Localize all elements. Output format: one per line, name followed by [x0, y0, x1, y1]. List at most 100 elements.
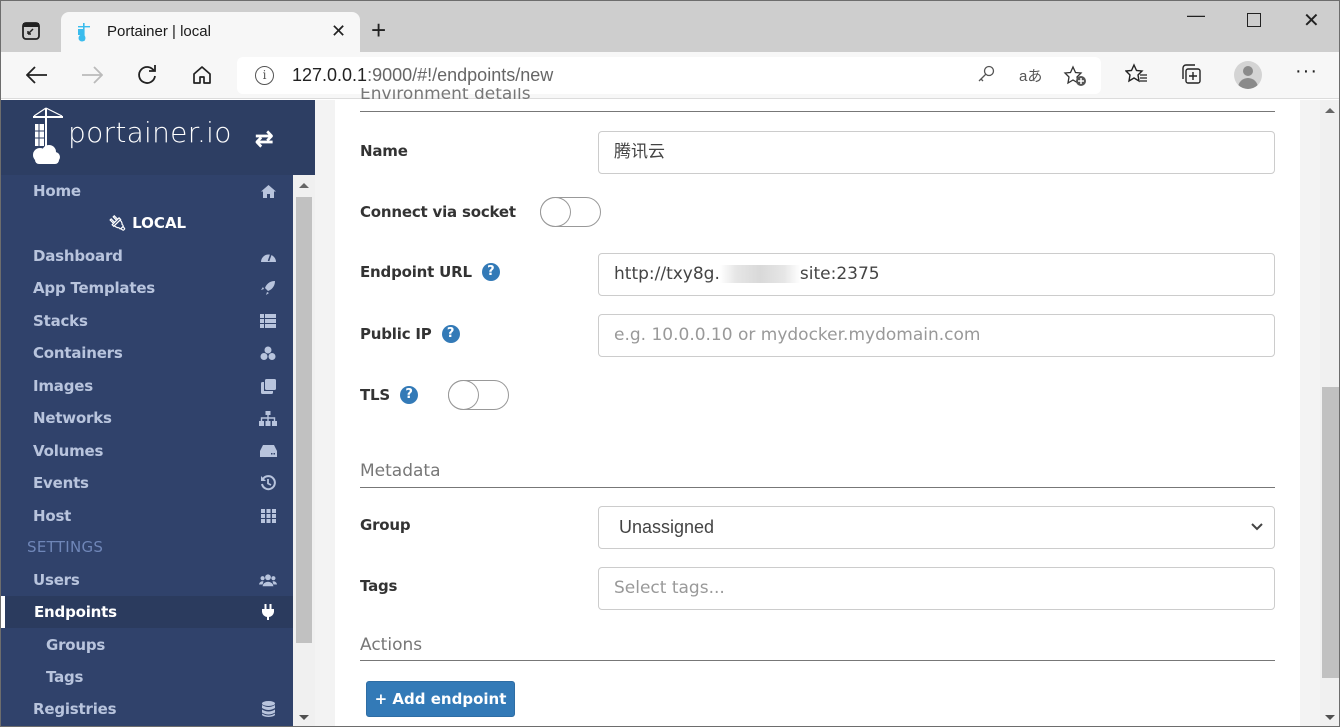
- sidebar-scroll-thumb[interactable]: [296, 197, 312, 643]
- sidebar-item-volumes[interactable]: Volumes: [1, 435, 293, 467]
- add-endpoint-button[interactable]: + Add endpoint: [366, 681, 515, 717]
- tachometer-icon: [259, 247, 277, 265]
- scroll-up-icon[interactable]: [299, 183, 309, 188]
- url-prefix: http://txy8g.: [614, 264, 720, 284]
- sidebar-item-endpoints[interactable]: Endpoints: [1, 596, 293, 628]
- sidebar-item-label: Networks: [33, 409, 112, 427]
- connect-socket-toggle[interactable]: [540, 197, 601, 227]
- portainer-favicon-icon: [78, 23, 90, 42]
- chevron-down-icon: [1250, 507, 1264, 548]
- create-endpoint-panel: Environment details Name 腾讯云 Connect via…: [335, 88, 1300, 726]
- collections-icon[interactable]: [1180, 63, 1204, 91]
- settings-heading: SETTINGS: [27, 538, 104, 556]
- connect-socket-label: Connect via socket: [360, 203, 516, 221]
- maximize-icon[interactable]: [1247, 13, 1261, 27]
- sidebar-item-label: Tags: [46, 668, 84, 686]
- scroll-down-icon[interactable]: [299, 715, 309, 720]
- sidebar-item-label: App Templates: [33, 279, 156, 297]
- forward-icon[interactable]: [79, 62, 105, 88]
- tls-label-text: TLS: [360, 386, 390, 404]
- sidebar-item-tags[interactable]: Tags: [1, 661, 293, 693]
- sidebar-item-networks[interactable]: Networks: [1, 402, 293, 434]
- sidebar-item-label: Groups: [46, 636, 106, 654]
- sidebar-scrollbar[interactable]: [293, 175, 315, 726]
- browser-window: Portainer | local ✕ + — ✕ i 127.0.0.1:90…: [0, 0, 1340, 727]
- minimize-icon[interactable]: —: [1187, 5, 1205, 26]
- sidebar-item-groups[interactable]: Groups: [1, 629, 293, 661]
- tags-label: Tags: [360, 577, 398, 595]
- page-scroll-thumb[interactable]: [1322, 387, 1339, 678]
- tab-close-icon[interactable]: ✕: [331, 21, 346, 42]
- scroll-down-icon[interactable]: [1325, 715, 1335, 720]
- sidebar-item-label: Stacks: [33, 312, 88, 330]
- password-key-icon[interactable]: [977, 65, 995, 88]
- endpoint-url-input[interactable]: http://txy8g. site:2375: [598, 253, 1275, 296]
- sidebar-menu: Home 🔌︎ LOCAL Dashboard App Templates St…: [1, 175, 293, 726]
- browser-tab[interactable]: Portainer | local ✕: [61, 12, 360, 52]
- sidebar-brand: portainer.io ⇄: [1, 100, 315, 175]
- name-label: Name: [360, 142, 408, 160]
- switch-endpoint-icon[interactable]: ⇄: [255, 126, 273, 152]
- tags-select[interactable]: Select tags...: [598, 567, 1275, 610]
- back-icon[interactable]: [24, 62, 50, 88]
- sidebar-item-stacks[interactable]: Stacks: [1, 305, 293, 337]
- url-text[interactable]: 127.0.0.1:9000/#!/endpoints/new: [292, 65, 553, 86]
- database-icon: [259, 700, 277, 718]
- help-icon[interactable]: ?: [441, 325, 460, 343]
- cubes-icon: [259, 344, 277, 362]
- public-ip-label-text: Public IP: [360, 325, 432, 343]
- endpoint-label: LOCAL: [132, 214, 187, 232]
- public-ip-input[interactable]: e.g. 10.0.0.10 or mydocker.mydomain.com: [598, 314, 1275, 357]
- section-metadata: Metadata: [360, 461, 1275, 488]
- window-close-icon[interactable]: ✕: [1303, 8, 1320, 33]
- public-ip-label: Public IP?: [360, 325, 460, 343]
- title-bar: Portainer | local ✕ + — ✕: [1, 1, 1339, 52]
- new-tab-icon[interactable]: +: [371, 15, 386, 46]
- refresh-icon[interactable]: [134, 62, 160, 88]
- scroll-up-icon[interactable]: [1325, 108, 1335, 113]
- sidebar-item-label: Host: [33, 507, 72, 525]
- sidebar-item-host[interactable]: Host: [1, 500, 293, 532]
- group-selected-value: Unassigned: [619, 517, 715, 537]
- clone-icon: [259, 377, 277, 395]
- sidebar-item-label: Registries: [33, 700, 117, 718]
- help-icon[interactable]: ?: [400, 386, 418, 404]
- portainer-logo[interactable]: portainer.io: [31, 106, 232, 166]
- sidebar-item-app-templates[interactable]: App Templates: [1, 272, 293, 304]
- sidebar-item-images[interactable]: Images: [1, 370, 293, 402]
- portainer-crane-icon: [33, 107, 63, 164]
- profile-avatar[interactable]: [1234, 61, 1262, 89]
- tls-label: TLS?: [360, 386, 418, 404]
- th-icon: [259, 507, 277, 525]
- help-icon[interactable]: ?: [481, 263, 500, 281]
- sidebar-item-label: Volumes: [33, 442, 104, 460]
- sidebar-item-containers[interactable]: Containers: [1, 337, 293, 369]
- group-select[interactable]: Unassigned: [598, 506, 1275, 549]
- read-aloud-translate-icon[interactable]: aあ: [1019, 65, 1042, 86]
- sidebar-item-label: Events: [33, 474, 89, 492]
- sidebar-item-label: Home: [33, 182, 81, 200]
- section-actions: Actions: [360, 635, 1275, 661]
- tls-toggle[interactable]: [448, 380, 509, 410]
- page-scrollbar[interactable]: [1320, 100, 1339, 726]
- favorites-icon[interactable]: [1124, 63, 1149, 91]
- name-input[interactable]: 腾讯云: [598, 131, 1275, 174]
- sidebar-item-dashboard[interactable]: Dashboard: [1, 240, 293, 272]
- sidebar-item-registries[interactable]: Registries: [1, 693, 293, 725]
- sidebar-item-label: Users: [33, 571, 80, 589]
- home-icon[interactable]: [189, 62, 215, 88]
- sidebar-item-label: Dashboard: [33, 247, 123, 265]
- rocket-icon: [259, 279, 277, 297]
- endpoint-url-label: Endpoint URL?: [360, 263, 500, 281]
- sidebar-item-home[interactable]: Home: [1, 175, 293, 207]
- tab-title: Portainer | local: [107, 23, 211, 40]
- more-menu-icon[interactable]: ···: [1295, 60, 1318, 83]
- list-icon: [259, 312, 277, 330]
- group-label: Group: [360, 516, 411, 534]
- site-info-icon[interactable]: i: [255, 66, 274, 85]
- endpoint-url-label-text: Endpoint URL: [360, 263, 472, 281]
- tab-actions-icon[interactable]: [21, 21, 41, 41]
- sidebar-item-users[interactable]: Users: [1, 564, 293, 596]
- hdd-icon: [259, 442, 277, 460]
- sidebar-item-events[interactable]: Events: [1, 467, 293, 499]
